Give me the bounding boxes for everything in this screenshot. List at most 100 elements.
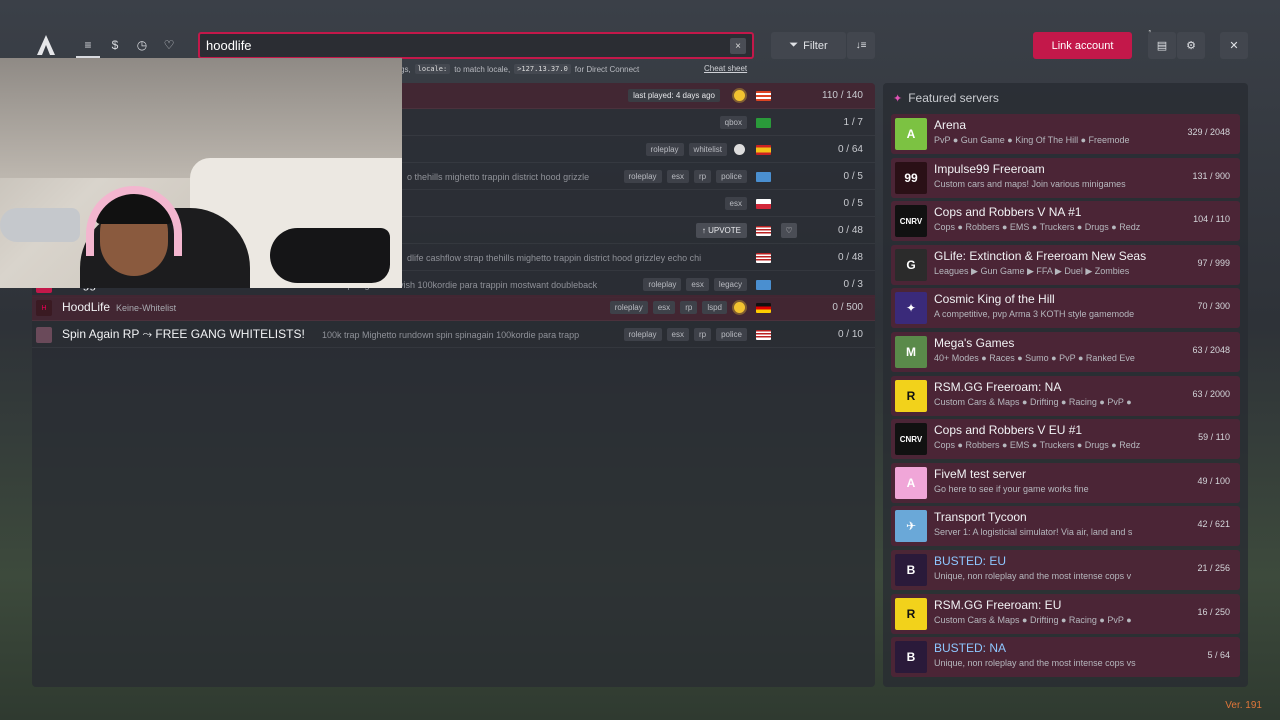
featured-server-description: 40+ Modes ● Races ● Sumo ● PvP ● Ranked … [934, 353, 1135, 363]
webcam-overlay [0, 58, 402, 288]
featured-player-count: 42 / 621 [1197, 519, 1230, 530]
featured-server-card[interactable]: ✦ Cosmic King of the Hill A competitive, p… [891, 288, 1240, 329]
list-icon[interactable]: ≡ [79, 36, 97, 54]
featured-server-card[interactable]: B BUSTED: NA Unique, non roleplay and the … [891, 637, 1240, 678]
featured-server-card[interactable]: CNRV Cops and Robbers V EU #1 Cops ● Robbe… [891, 419, 1240, 460]
featured-server-description: PvP ● Gun Game ● King Of The Hill ● Free… [934, 135, 1130, 145]
flag-icon [756, 172, 771, 182]
featured-server-card[interactable]: R RSM.GG Freeroam: EU Custom Cars & Maps ●… [891, 593, 1240, 634]
featured-title: ✦ Featured servers [893, 91, 999, 105]
server-thumbnail: A [895, 118, 927, 150]
featured-player-count: 49 / 100 [1197, 475, 1230, 486]
featured-server-card[interactable]: M Mega's Games 40+ Modes ● Races ● Sumo ● … [891, 332, 1240, 372]
search-hint: gs, locale: to match locale, >127.13.37.… [400, 64, 747, 74]
player-count: 0 / 48 [837, 225, 863, 236]
tag: rp [693, 328, 712, 341]
hint-ip-code: >127.13.37.0 [514, 64, 571, 74]
featured-server-card[interactable]: CNRV Cops and Robbers V NA #1 Cops ● Robbe… [891, 201, 1240, 242]
tag: esx [666, 170, 689, 183]
featured-server-name: RSM.GG Freeroam: EU [934, 597, 1062, 612]
server-description: o thehills mighetto trappin district hoo… [407, 172, 590, 182]
featured-player-count: 21 / 256 [1197, 563, 1230, 573]
server-thumbnail: A [895, 466, 927, 499]
clock-icon[interactable]: ◷ [133, 36, 151, 54]
search-input[interactable] [206, 38, 706, 53]
webcam-plush [0, 208, 80, 242]
featured-server-name: Impulse99 Freeroam [934, 161, 1045, 176]
tag: roleplay [623, 170, 662, 183]
notifications-button[interactable]: ▤ [1148, 32, 1176, 59]
version-label: Ver. 191 [1225, 700, 1262, 711]
link-account-button[interactable]: Link account [1033, 32, 1132, 59]
settings-button[interactable]: ⚙ [1177, 32, 1205, 59]
flag-icon [756, 280, 771, 290]
featured-server-card[interactable]: R RSM.GG Freeroam: NA Custom Cars & Maps ●… [891, 375, 1240, 416]
featured-server-card[interactable]: ✈ Transport Tycoon Server 1: A logisticial… [891, 506, 1240, 547]
flag-icon [756, 145, 771, 155]
featured-title-text: Featured servers [908, 91, 999, 105]
upvote-button[interactable]: ↑ UPVOTE [695, 223, 747, 238]
server-name: HoodLife Keine-Whitelist [62, 300, 176, 314]
flag-icon [756, 91, 771, 101]
featured-server-card[interactable]: 99 Impulse99 Freeroam Custom cars and maps… [891, 157, 1240, 198]
featured-server-description: Leagues ▶ Gun Game ▶ FFA ▶ Duel ▶ Zombie… [934, 265, 1130, 276]
sparkle-icon: ✦ [893, 92, 903, 105]
featured-player-count: 97 / 999 [1197, 257, 1230, 268]
featured-server-card[interactable]: B BUSTED: EU Unique, non roleplay and the … [891, 550, 1240, 590]
featured-server-card[interactable]: A Arena PvP ● Gun Game ● King Of The Hill … [891, 114, 1240, 154]
close-button[interactable]: ✕ [1220, 32, 1248, 59]
server-thumbnail: ✦ [895, 292, 927, 325]
server-icon: H [36, 300, 52, 316]
server-thumbnail: ✈ [895, 510, 927, 543]
featured-server-card[interactable]: A FiveM test server Go here to see if your… [891, 462, 1240, 503]
heart-icon[interactable]: ♡ [160, 36, 178, 54]
player-count: 0 / 500 [832, 302, 863, 313]
featured-player-count: 104 / 110 [1193, 214, 1230, 225]
tag: roleplay [609, 301, 648, 314]
server-thumbnail: M [895, 336, 927, 368]
server-thumbnail: B [895, 641, 927, 674]
server-thumbnail: B [895, 554, 927, 586]
webcam-headphones [86, 186, 182, 256]
flag-icon [756, 303, 771, 313]
flag-icon [756, 199, 771, 209]
player-count: 110 / 140 [822, 90, 863, 101]
featured-server-description: Cops ● Robbers ● EMS ● Truckers ● Drugs … [934, 222, 1141, 233]
tag: lspd [702, 301, 727, 314]
server-icon [36, 327, 52, 343]
server-subtitle: Keine-Whitelist [116, 303, 177, 313]
featured-server-description: Unique, non roleplay and the most intens… [934, 658, 1136, 669]
filter-icon: ⏷ [789, 39, 799, 51]
tag: roleplay [643, 278, 682, 291]
featured-server-description: Cops ● Robbers ● EMS ● Truckers ● Drugs … [934, 440, 1141, 451]
server-name-text: HoodLife [62, 300, 111, 314]
server-thumbnail: CNRV [895, 423, 927, 456]
sun-icon [734, 90, 745, 101]
cheat-sheet-link[interactable]: Cheat sheet [704, 64, 747, 73]
flag-icon [756, 118, 771, 128]
tag: whitelist [688, 143, 727, 156]
featured-server-name: Cops and Robbers V EU #1 [934, 423, 1083, 438]
server-row[interactable]: H HoodLife Keine-Whitelist roleplay esx r… [32, 295, 875, 321]
player-count: 0 / 3 [843, 279, 863, 290]
favorite-button[interactable]: ♡ [781, 223, 797, 238]
sort-button[interactable]: ↓≡ [847, 32, 875, 59]
search-clear-button[interactable]: × [730, 38, 746, 54]
search-bar[interactable]: × [198, 32, 754, 59]
server-name: Spin Again RP ⤳ FREE GANG WHITELISTS! [62, 327, 305, 341]
featured-player-count: 59 / 110 [1198, 432, 1230, 443]
tag: police [716, 170, 747, 183]
tag: roleplay [645, 143, 684, 156]
featured-server-description: Server 1: A logisticial simulator! Via a… [934, 527, 1133, 538]
featured-server-name: GLife: Extinction & Freeroam New Seas [934, 248, 1147, 263]
logo-icon[interactable] [36, 34, 56, 56]
tag: esx [686, 278, 709, 291]
featured-server-description: Unique, non roleplay and the most intens… [934, 571, 1132, 581]
featured-server-card[interactable]: G GLife: Extinction & Freeroam New Seas Le… [891, 244, 1240, 285]
featured-server-description: Custom cars and maps! Join various minig… [934, 178, 1126, 189]
dollar-icon[interactable]: $ [106, 36, 124, 54]
server-row[interactable]: Spin Again RP ⤳ FREE GANG WHITELISTS! 10… [32, 322, 875, 348]
hint-ip-text: for Direct Connect [574, 64, 640, 74]
filter-button[interactable]: ⏷ Filter [771, 32, 846, 59]
tag: esx [666, 328, 689, 341]
